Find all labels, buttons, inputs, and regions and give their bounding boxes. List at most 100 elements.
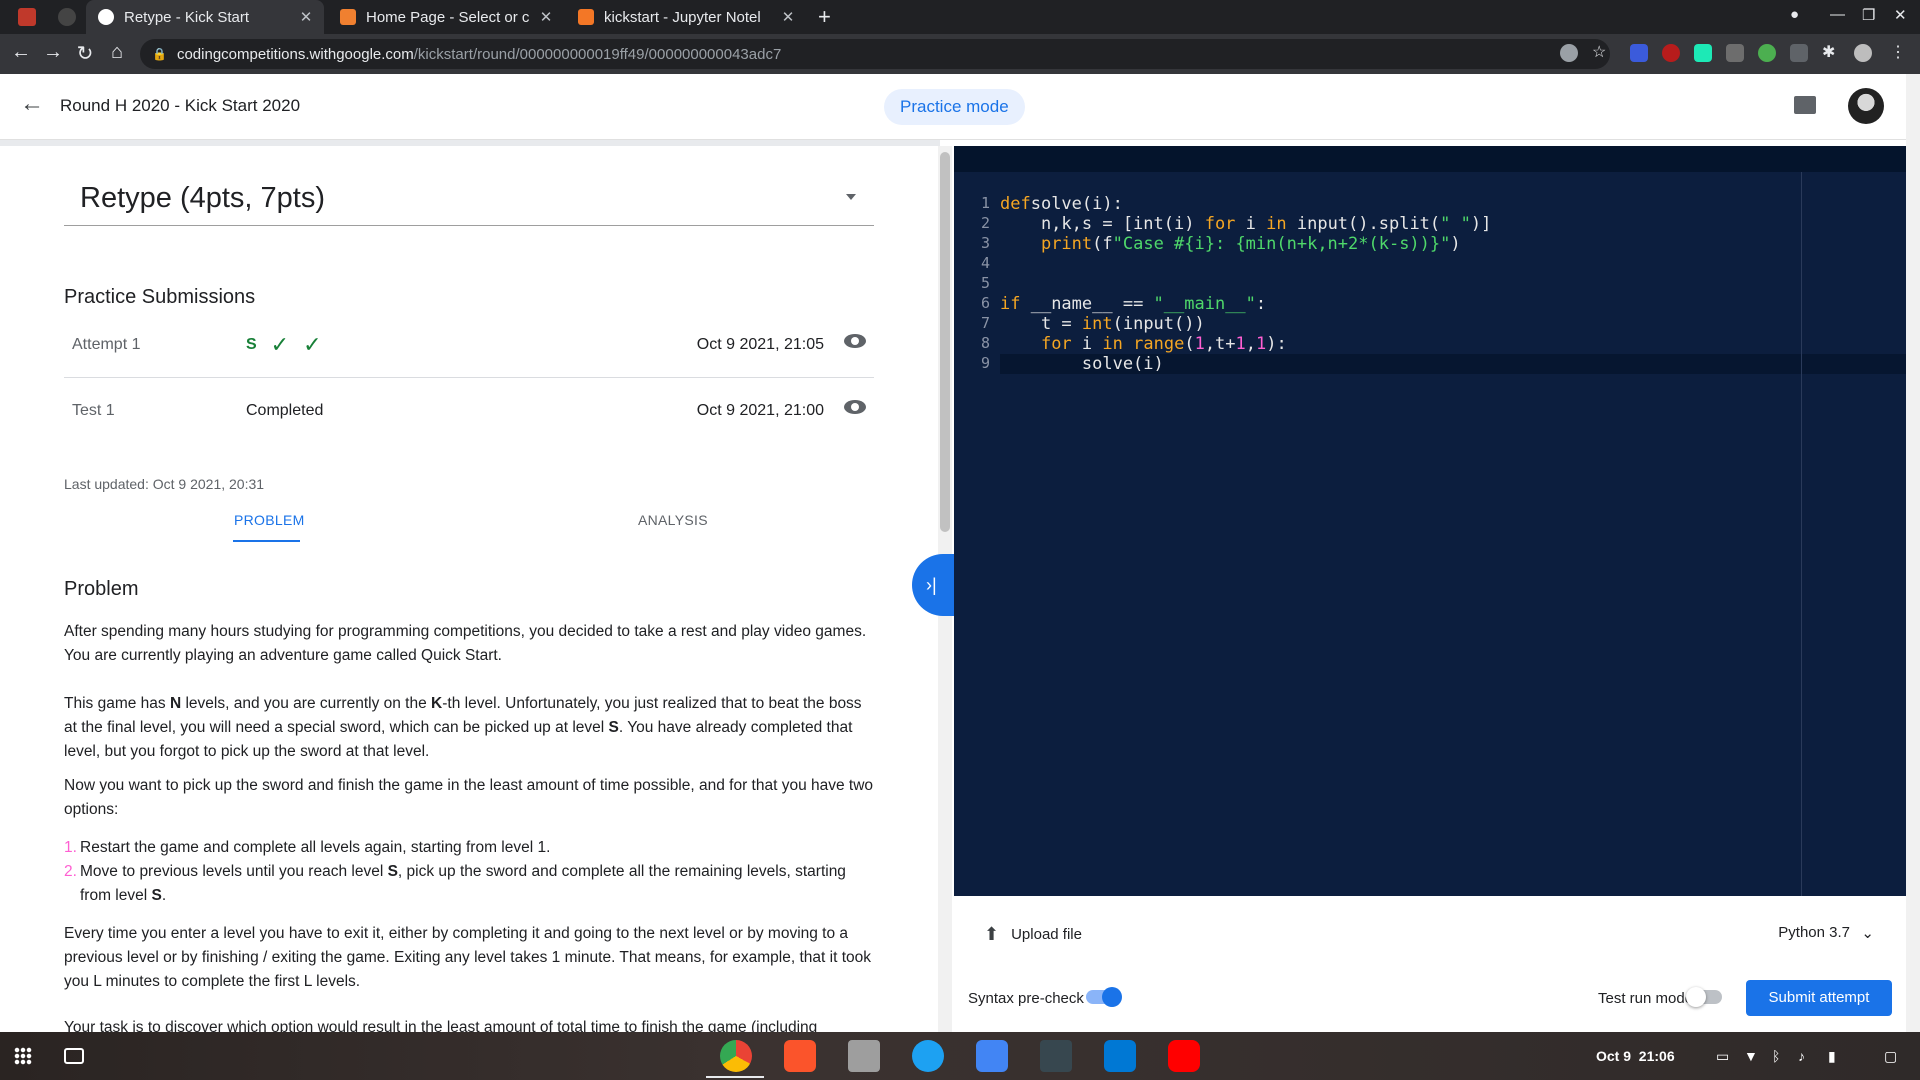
- chevron-down-icon[interactable]: ⌄: [1861, 924, 1874, 942]
- problem-paragraph: This game has N levels, and you are curr…: [64, 695, 862, 760]
- bluetooth-icon[interactable]: ᛒ: [1772, 1048, 1780, 1064]
- submission-row[interactable]: Test 1 Completed Oct 9 2021, 21:00: [64, 382, 874, 444]
- files-icon[interactable]: [848, 1040, 880, 1072]
- code-editor[interactable]: 1 2 3 4 5 6 7 8 9 defsolve(i): n,k,s = […: [954, 146, 1906, 896]
- browser-tab-strip: Retype - Kick Start ✕ Home Page - Select…: [0, 0, 1920, 34]
- ublock-icon[interactable]: [1662, 44, 1680, 62]
- store-icon[interactable]: [976, 1040, 1008, 1072]
- restore-icon[interactable]: ❐: [1862, 6, 1875, 24]
- view-eye-icon[interactable]: [844, 334, 866, 348]
- pocket-icon[interactable]: [1726, 44, 1744, 62]
- battery-icon[interactable]: ▮: [1828, 1048, 1836, 1065]
- home-icon[interactable]: ⌂: [104, 41, 130, 64]
- tab-problem[interactable]: PROBLEM: [234, 512, 305, 528]
- view-eye-icon[interactable]: [844, 400, 866, 414]
- avatar[interactable]: [1848, 88, 1884, 124]
- upload-file-button[interactable]: ⬆ Upload file: [984, 924, 1082, 945]
- submission-status: S ✓ ✓: [246, 332, 322, 357]
- code-line[interactable]: for i in range(1,t+1,1):: [1000, 334, 1906, 354]
- star-icon[interactable]: ☆: [1592, 44, 1610, 62]
- site-icon: [340, 9, 356, 25]
- problem-paragraph: Now you want to pick up the sword and fi…: [64, 777, 874, 818]
- bitwarden-icon[interactable]: [1630, 44, 1648, 62]
- extension-list-icon[interactable]: [1790, 44, 1808, 62]
- code-line[interactable]: [1000, 274, 1906, 294]
- pinned-tab-icon[interactable]: [18, 8, 36, 26]
- youtube-icon[interactable]: [1168, 1040, 1200, 1072]
- active-app-indicator: [706, 1076, 764, 1078]
- extension-plus-icon[interactable]: [1758, 44, 1776, 62]
- print-margin: [1801, 172, 1802, 896]
- new-tab-icon[interactable]: +: [818, 4, 831, 30]
- tab-analysis[interactable]: ANALYSIS: [638, 512, 708, 528]
- close-tab-icon[interactable]: ✕: [296, 8, 316, 26]
- system-clock[interactable]: Oct 9 21:06: [1596, 1048, 1675, 1064]
- problem-select[interactable]: Retype (4pts, 7pts): [64, 172, 874, 226]
- upload-icon: ⬆: [984, 924, 1000, 944]
- volume-icon[interactable]: ♪: [1798, 1048, 1805, 1064]
- extensions-puzzle-icon[interactable]: ✱: [1822, 44, 1840, 62]
- check-icon: ✓: [270, 332, 290, 357]
- vscode-icon[interactable]: [1104, 1040, 1136, 1072]
- back-icon[interactable]: ←: [8, 41, 34, 64]
- launcher-icon[interactable]: [14, 1047, 32, 1065]
- chat-icon[interactable]: [1794, 96, 1816, 114]
- syntax-precheck-toggle[interactable]: [1086, 987, 1122, 1007]
- page-scrollbar[interactable]: [1906, 74, 1920, 1032]
- menu-kebab-icon[interactable]: ⋮: [1890, 44, 1908, 62]
- lock-icon: 🔒: [152, 47, 167, 61]
- eye-icon[interactable]: [1560, 44, 1578, 62]
- language-select[interactable]: Python 3.7: [1778, 924, 1850, 941]
- code-line[interactable]: defsolve(i):: [1000, 194, 1906, 214]
- chrome-icon[interactable]: [720, 1040, 752, 1072]
- check-icon: ✓: [303, 332, 322, 357]
- close-tab-icon[interactable]: ✕: [778, 8, 798, 26]
- test-run-label: Test run mode: [1598, 990, 1694, 1007]
- close-tab-icon[interactable]: ✕: [536, 8, 556, 26]
- os-shelf: Oct 9 21:06 ▭ ▼ ᛒ ♪ ▮ ▢: [0, 1032, 1920, 1080]
- last-updated: Last updated: Oct 9 2021, 20:31: [64, 476, 265, 492]
- problem-paragraph: After spending many hours studying for p…: [64, 623, 867, 664]
- submit-attempt-button[interactable]: Submit attempt: [1746, 980, 1892, 1016]
- profile-avatar-icon[interactable]: [1854, 44, 1872, 62]
- code-line[interactable]: [1000, 254, 1906, 274]
- minimize-icon[interactable]: —: [1830, 6, 1845, 23]
- scroll-thumb[interactable]: [940, 152, 950, 532]
- pinned-github-icon[interactable]: [58, 8, 76, 26]
- code-line[interactable]: solve(i): [1000, 354, 1906, 374]
- brave-icon[interactable]: [784, 1040, 816, 1072]
- reload-icon[interactable]: ↻: [72, 41, 98, 66]
- notifications-icon[interactable]: ▢: [1884, 1048, 1897, 1065]
- google-icon: [98, 9, 114, 25]
- back-arrow-icon[interactable]: ←: [20, 90, 44, 118]
- screen-capture-icon[interactable]: ▭: [1716, 1048, 1729, 1065]
- close-window-icon[interactable]: ✕: [1894, 6, 1907, 24]
- url-bar[interactable]: 🔒 codingcompetitions.withgoogle.com/kick…: [140, 39, 1610, 69]
- list-item: 2. Move to previous levels until you reac…: [64, 863, 846, 904]
- wifi-icon[interactable]: ▼: [1744, 1048, 1758, 1064]
- submission-row[interactable]: Attempt 1 S ✓ ✓ Oct 9 2021, 21:05: [64, 316, 874, 378]
- profile-menu-icon[interactable]: ●: [1790, 6, 1799, 23]
- submissions-title: Practice Submissions: [64, 286, 256, 308]
- browser-toolbar: ← → ↻ ⌂ 🔒 codingcompetitions.withgoogle.…: [0, 34, 1920, 74]
- forward-icon[interactable]: →: [40, 41, 66, 64]
- code-lines[interactable]: defsolve(i): n,k,s = [int(i) for i in in…: [1000, 194, 1906, 374]
- line-gutter: 1 2 3 4 5 6 7 8 9: [980, 194, 990, 372]
- overview-icon[interactable]: [64, 1048, 84, 1064]
- terminal-icon[interactable]: [1040, 1040, 1072, 1072]
- toggle-knob: [1102, 987, 1122, 1007]
- code-line[interactable]: if __name__ == "__main__":: [1000, 294, 1906, 314]
- code-line[interactable]: print(f"Case #{i}: {min(n+k,n+2*(k-s))}"…: [1000, 234, 1906, 254]
- problem-heading: Problem: [64, 578, 139, 600]
- code-line[interactable]: n,k,s = [int(i) for i in input().split("…: [1000, 214, 1906, 234]
- tab-jupyter[interactable]: kickstart - Jupyter Notel ✕: [566, 0, 806, 34]
- tab-home-page[interactable]: Home Page - Select or c ✕: [328, 0, 564, 34]
- app-header: ← Round H 2020 - Kick Start 2020 Practic…: [0, 74, 1906, 140]
- extension-n-icon[interactable]: [1694, 44, 1712, 62]
- tab-retype[interactable]: Retype - Kick Start ✕: [86, 0, 324, 34]
- test-run-toggle[interactable]: [1686, 987, 1722, 1007]
- problem-paragraph: Your task is to discover which option wo…: [64, 1019, 818, 1032]
- jupyter-icon: [578, 9, 594, 25]
- twitter-icon[interactable]: [912, 1040, 944, 1072]
- code-line[interactable]: t = int(input()): [1000, 314, 1906, 334]
